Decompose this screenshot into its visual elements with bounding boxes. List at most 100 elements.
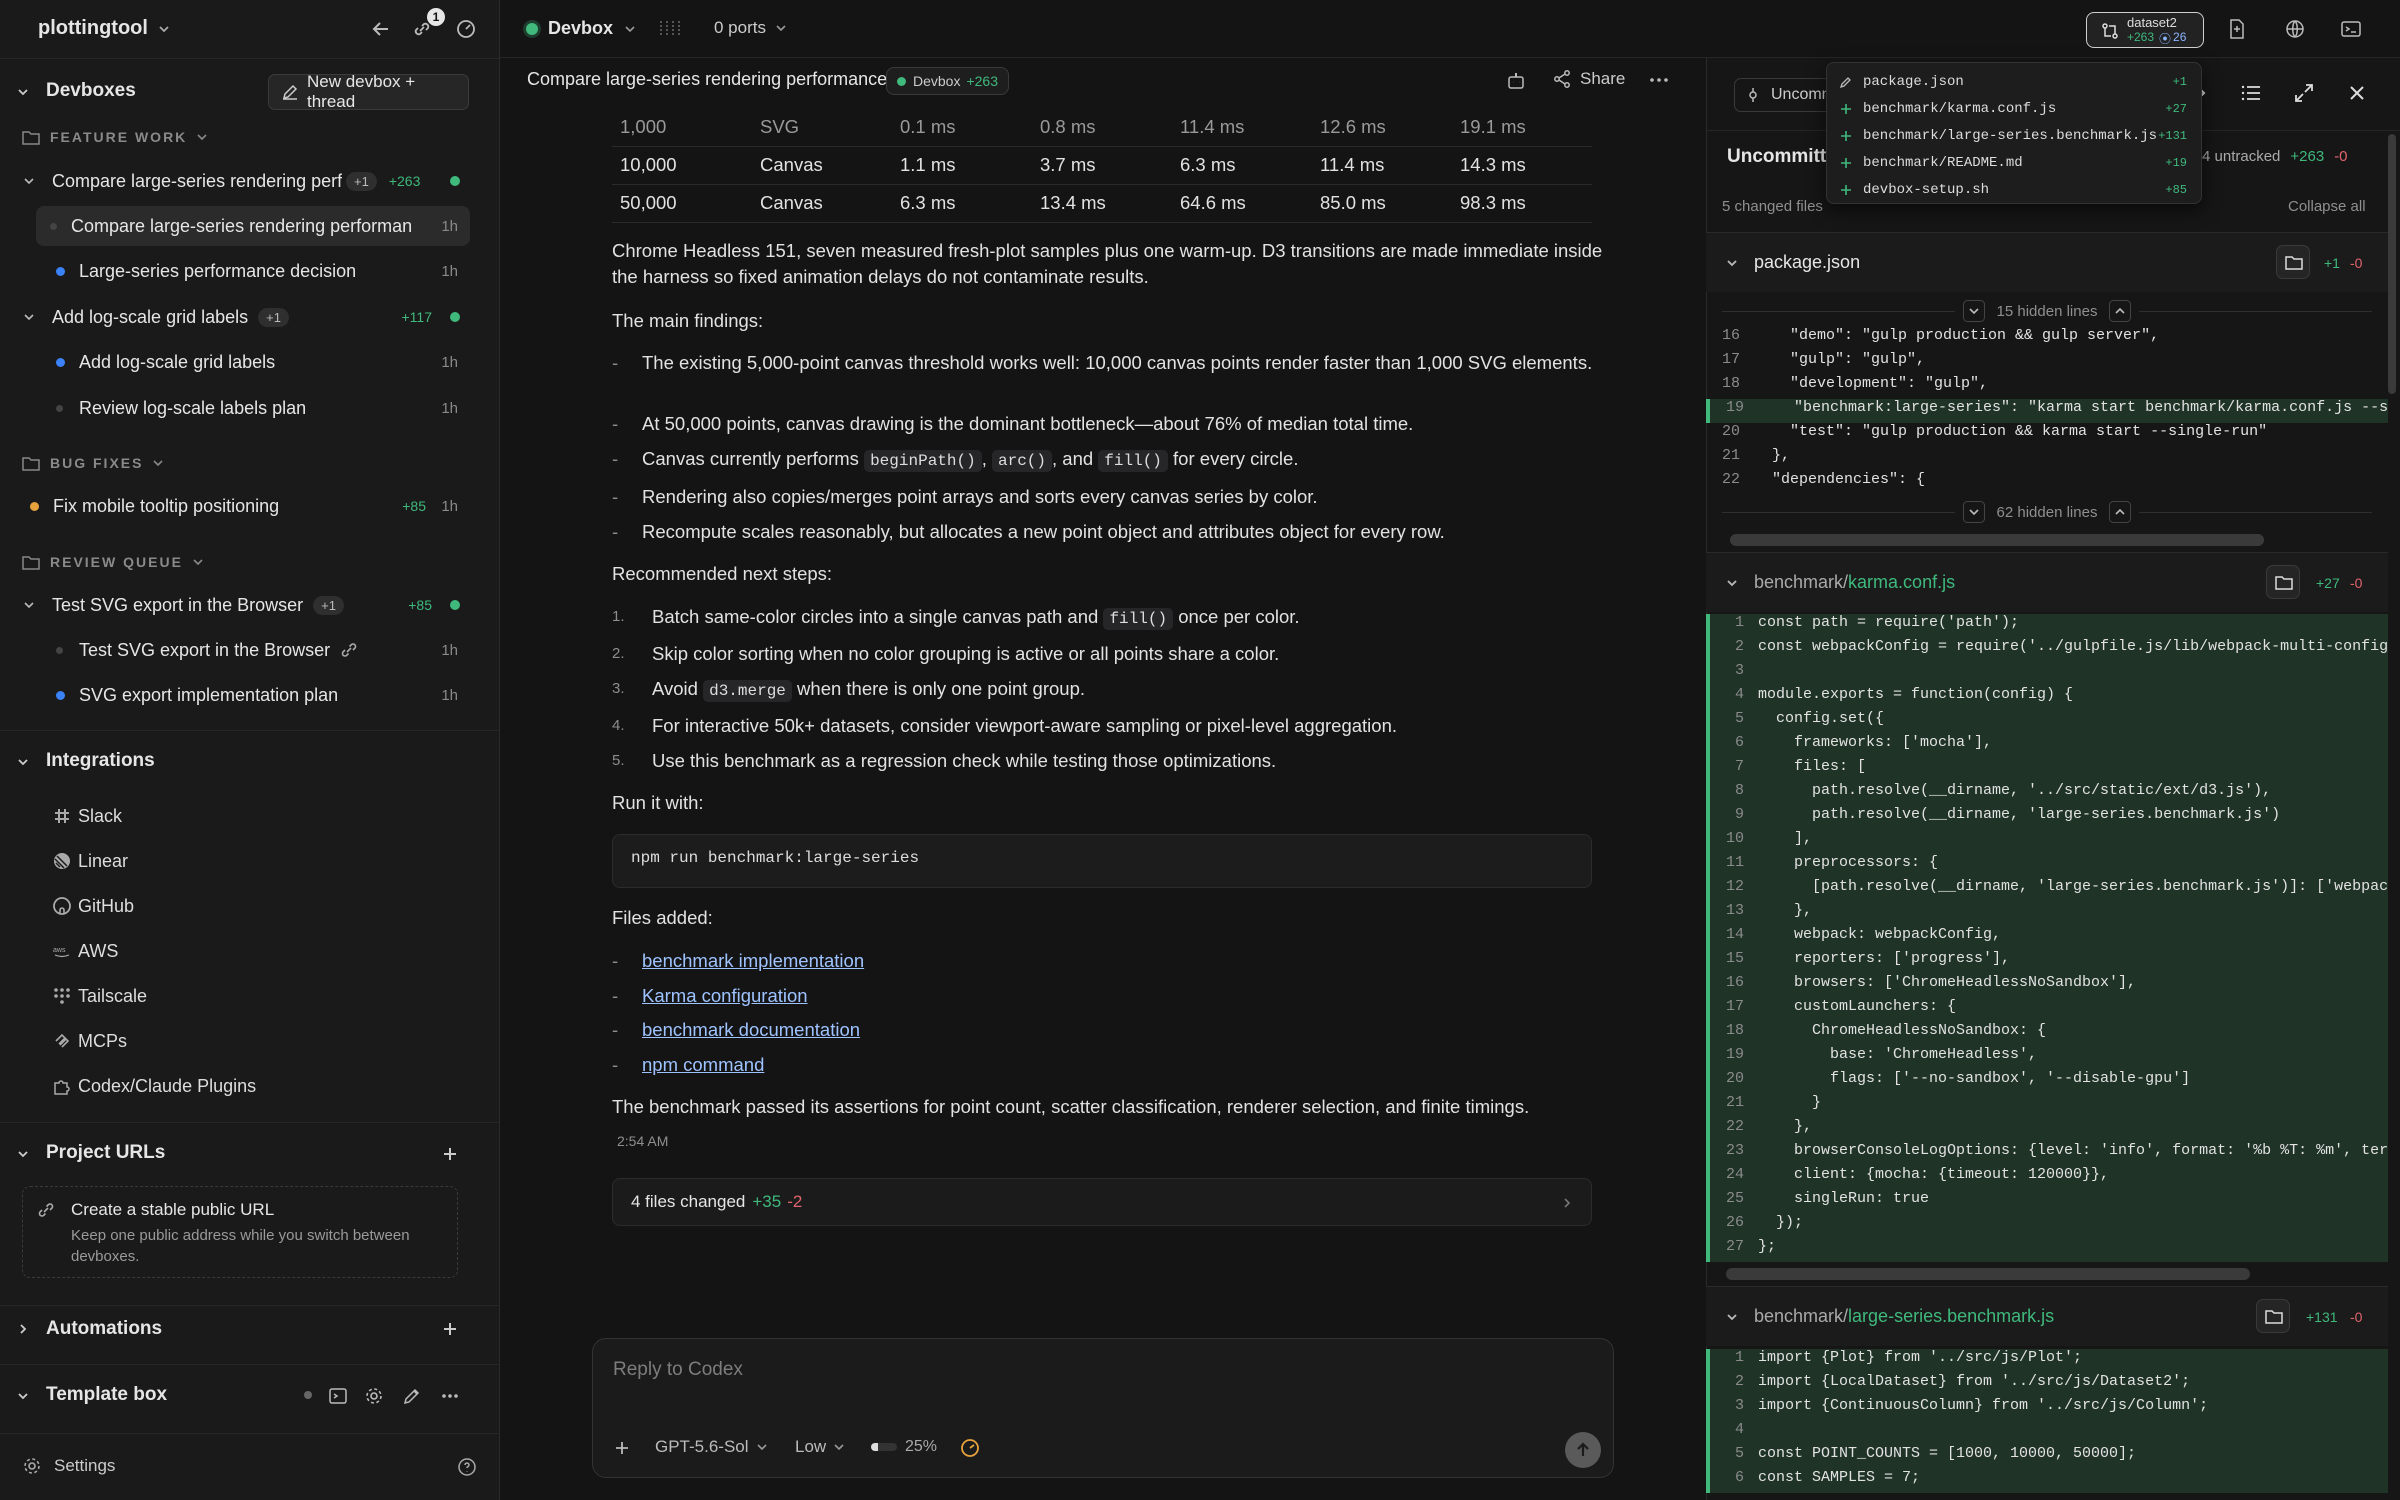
thread-item[interactable]: Fix mobile tooltip positioning +85 1h [22,486,470,526]
link-notifications-button[interactable]: 1 [411,8,445,40]
send-button[interactable] [1565,1432,1601,1468]
globe-icon[interactable] [2284,18,2306,40]
table-cell: 3.7 ms [1032,146,1172,185]
thread-item[interactable]: SVG export implementation plan 1h [36,675,470,715]
collapse-all-button[interactable]: Collapse all [2288,198,2366,215]
line-code: ], [1758,830,1813,847]
effort-selector[interactable]: Low [795,1437,846,1457]
reply-input[interactable]: Reply to Codex [613,1359,743,1381]
code-line: 16 "demo": "gulp production && gulp serv… [1706,327,2388,351]
chevron-down-icon[interactable] [15,1146,31,1162]
more-icon[interactable] [440,1386,460,1406]
help-icon[interactable] [457,1457,477,1477]
group-feature-work[interactable]: FEATURE WORK [22,129,209,145]
integration-github[interactable]: GitHub [52,886,134,926]
popup-file-item[interactable]: benchmark/karma.conf.js +27 [1839,96,2191,122]
edit-icon[interactable] [402,1386,422,1406]
gear-icon[interactable] [364,1386,384,1406]
integration-slack[interactable]: Slack [52,796,122,836]
popup-file-item[interactable]: benchmark/large-series.benchmark.js +131 [1839,123,2191,149]
devbox-chip[interactable]: Devbox +263 [886,67,1010,95]
npm-command-link[interactable]: npm command [642,1052,1602,1078]
list-item-text: , and [1052,448,1094,469]
horizontal-scrollbar[interactable] [1726,1268,2250,1280]
status-dot [56,404,63,412]
back-arrow-icon[interactable] [370,18,392,40]
plus-icon[interactable] [613,1439,631,1457]
chevron-down-icon[interactable] [15,84,31,100]
chevron-down-icon[interactable] [15,754,31,770]
integration-plugins[interactable]: Codex/Claude Plugins [52,1066,256,1106]
list-item-text: Recompute scales reasonably, but allocat… [642,521,1445,542]
thread-item[interactable]: Add log-scale grid labels 1h [36,342,470,382]
hidden-lines-expander[interactable]: 15 hidden lines [1706,296,2388,326]
file-diff-icon[interactable] [2226,18,2248,40]
speedometer-icon[interactable] [959,1437,981,1459]
thread-title: Large-series performance decision [79,260,357,281]
line-number: 1 [1734,1349,1744,1366]
changed-files-popup: package.json +1 benchmark/karma.conf.js … [1826,62,2202,204]
sidebar: plottingtool 1 Devboxes New devbox + thr… [0,0,500,1500]
open-file-button[interactable] [2266,565,2300,599]
close-icon[interactable] [2348,84,2366,102]
benchmark-documentation-link[interactable]: benchmark documentation [642,1017,1602,1043]
hidden-lines-expander[interactable]: 62 hidden lines [1706,497,2388,527]
table-cell: 64.6 ms [1172,184,1312,223]
popup-file-item[interactable]: package.json +1 [1839,69,2191,95]
chevron-right-icon[interactable] [15,1321,31,1337]
devbox-selector[interactable]: Devbox [526,18,637,39]
new-devbox-thread-button[interactable]: New devbox + thread [268,72,469,111]
terminal-icon[interactable] [2340,18,2362,40]
list-icon[interactable] [2240,83,2262,103]
chevron-down-icon[interactable] [15,1388,31,1404]
integration-aws[interactable]: aws AWS [52,931,118,971]
open-file-button[interactable] [2256,1299,2290,1333]
benchmark-implementation-link[interactable]: benchmark implementation [642,948,1602,974]
integration-linear[interactable]: Linear [52,841,128,881]
ports-selector[interactable]: 0 ports [714,18,788,38]
expand-icon[interactable] [2294,83,2314,103]
status-dot [56,266,65,276]
inline-code: beginPath() [864,450,982,472]
chevron-down-icon [1727,259,1737,266]
robot-icon[interactable] [1505,70,1527,92]
app-switcher[interactable]: plottingtool [38,17,172,40]
gauge-icon[interactable] [455,18,477,40]
plus-icon[interactable] [440,1319,460,1339]
thread-item[interactable]: Large-series performance decision 1h [36,251,470,291]
list-item-text: At 50,000 points, canvas drawing is the … [642,413,1414,434]
thread-parent[interactable]: Add log-scale grid labels +1 +117 [22,297,470,337]
file-deletions: -0 [2350,574,2363,591]
thread-item[interactable]: Compare large-series rendering performan… [36,206,470,246]
file-name: karma.conf.js [1848,572,1956,592]
terminal-icon[interactable] [328,1386,348,1406]
more-icon[interactable] [1648,71,1670,89]
horizontal-scrollbar[interactable] [1730,534,2264,546]
files-changed-summary[interactable]: 4 files changed +35 -2 [612,1178,1592,1226]
group-review-queue[interactable]: REVIEW QUEUE [22,554,205,570]
settings-button[interactable]: Settings [22,1456,115,1476]
line-number: 22 [1725,1118,1744,1135]
popup-file-item[interactable]: devbox-setup.sh +85 [1839,177,2191,203]
thread-parent[interactable]: Test SVG export in the Browser +1 +85 [22,585,470,625]
thread-item[interactable]: Review log-scale labels plan 1h [36,388,470,428]
karma-configuration-link[interactable]: Karma configuration [642,983,1602,1009]
thread-parent[interactable]: Compare large-series rendering perfo +1 … [22,161,470,201]
plus-icon[interactable] [440,1144,460,1164]
file-header[interactable]: benchmark/large-series.benchmark.js +131… [1706,1286,2388,1346]
thread-item[interactable]: Test SVG export in the Browser 1h [36,630,470,670]
popup-file-item[interactable]: benchmark/README.md +19 [1839,150,2191,176]
integrations-title: Integrations [46,750,155,771]
vertical-scrollbar[interactable] [2388,134,2396,394]
integration-tailscale[interactable]: Tailscale [52,976,147,1016]
file-header[interactable]: benchmark/karma.conf.js +27 -0 [1706,552,2388,612]
integration-mcps[interactable]: MCPs [52,1021,127,1061]
share-button[interactable]: Share [1552,69,1625,89]
notification-count-badge: 1 [427,8,445,26]
file-header[interactable]: package.json +1 -0 [1706,232,2388,292]
public-url-card[interactable]: Create a stable public URL Keep one publ… [22,1186,458,1278]
group-bug-fixes[interactable]: BUG FIXES [22,455,165,471]
model-selector[interactable]: GPT-5.6-Sol [655,1437,769,1457]
dataset-diff-button[interactable]: dataset2 +263 ⦿ 26 [2086,12,2204,48]
open-file-button[interactable] [2276,245,2310,279]
